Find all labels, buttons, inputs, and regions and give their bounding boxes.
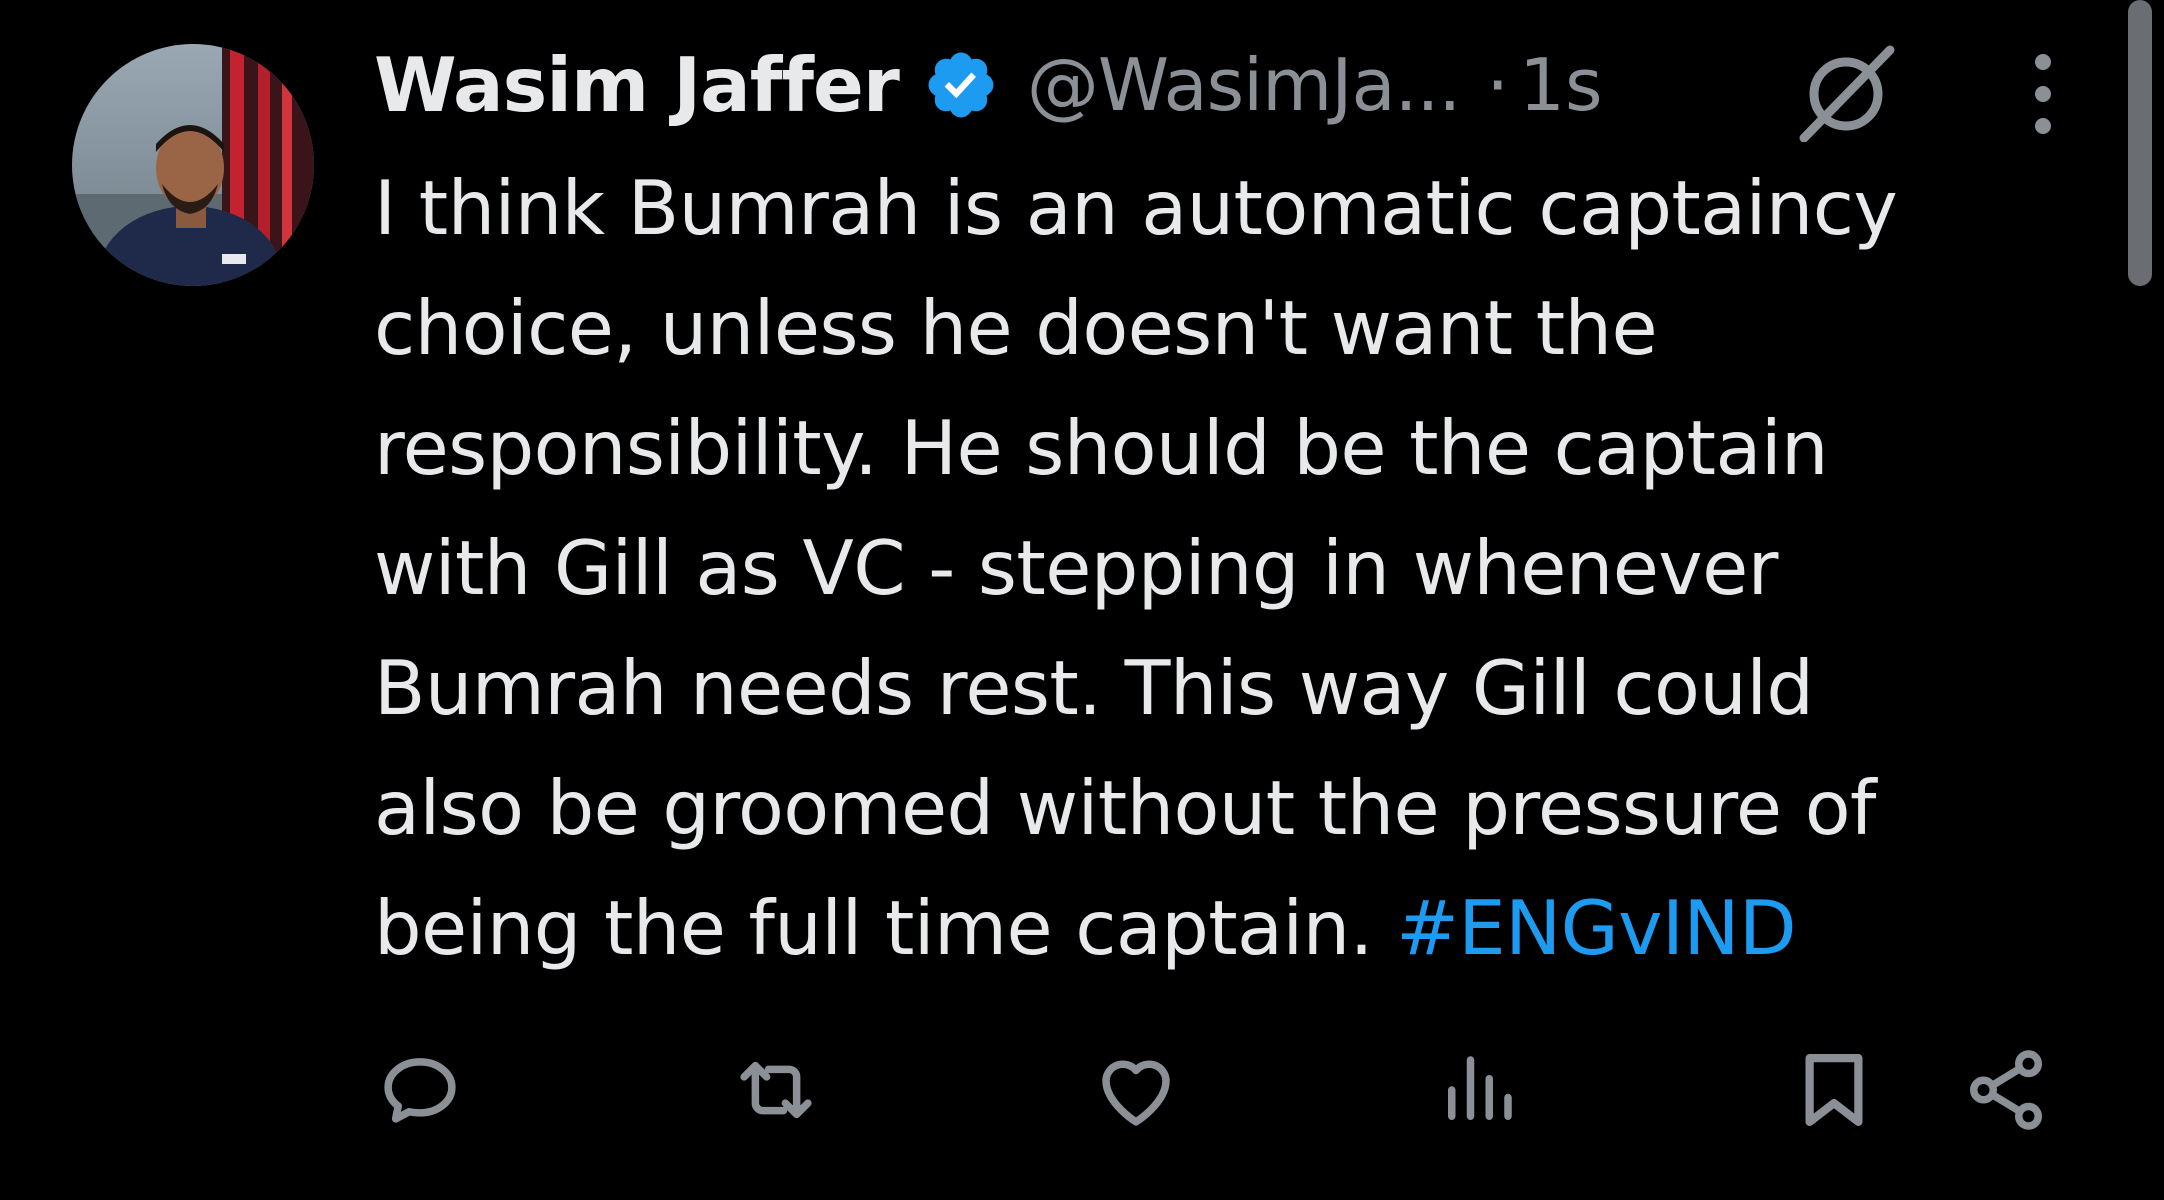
share-button[interactable] [1956,1040,2056,1140]
hashtag-link[interactable]: #ENGvIND [1396,884,1797,972]
tweet-text-line: choice, unless he doesn't want the [374,284,1658,372]
bookmark-icon [1805,1054,1863,1126]
tweet: Wasim Jaffer @WasimJa... · 1s I think Bu… [0,0,2164,1200]
author-display-name[interactable]: Wasim Jaffer [374,41,900,129]
share-icon [1970,1050,2042,1130]
like-button[interactable] [1086,1040,1186,1140]
reply-button[interactable] [370,1040,470,1140]
tweet-timestamp[interactable]: 1s [1519,43,1602,127]
verified-badge-icon [923,47,999,123]
tweet-text-line: also be groomed without the pressure of [374,764,1876,852]
tweet-text-line: responsibility. He should be the captain [374,404,1829,492]
grok-icon[interactable] [1790,42,1900,143]
retweet-icon [740,1061,812,1119]
analytics-icon [1448,1056,1512,1120]
avatar-photo-icon [72,44,314,286]
tweet-actions-bar [0,1040,2164,1160]
tweet-text-line-last: being the full time captain. #ENGvIND [374,868,2114,988]
tweet-text: I think Bumrah is an automatic captaincy… [374,148,2114,988]
bookmark-button[interactable] [1784,1040,1884,1140]
more-options-icon[interactable] [2020,50,2066,138]
tweet-header: Wasim Jaffer @WasimJa... · 1s [374,40,1603,130]
reply-icon [384,1058,456,1123]
tweet-text-line: I think Bumrah is an automatic captaincy [374,164,1898,252]
views-button[interactable] [1428,1040,1528,1140]
retweet-button[interactable] [726,1040,826,1140]
separator-dot: · [1486,43,1510,127]
author-handle[interactable]: @WasimJa... [1027,43,1461,127]
tweet-text-line: Bumrah needs rest. This way Gill could [374,644,1814,732]
scrollbar[interactable] [2128,0,2152,286]
tweet-text-line: being the full time captain. [374,884,1397,972]
tweet-text-line: with Gill as VC - stepping in whenever [374,524,1778,612]
heart-icon [1102,1060,1170,1126]
avatar[interactable] [72,44,314,286]
